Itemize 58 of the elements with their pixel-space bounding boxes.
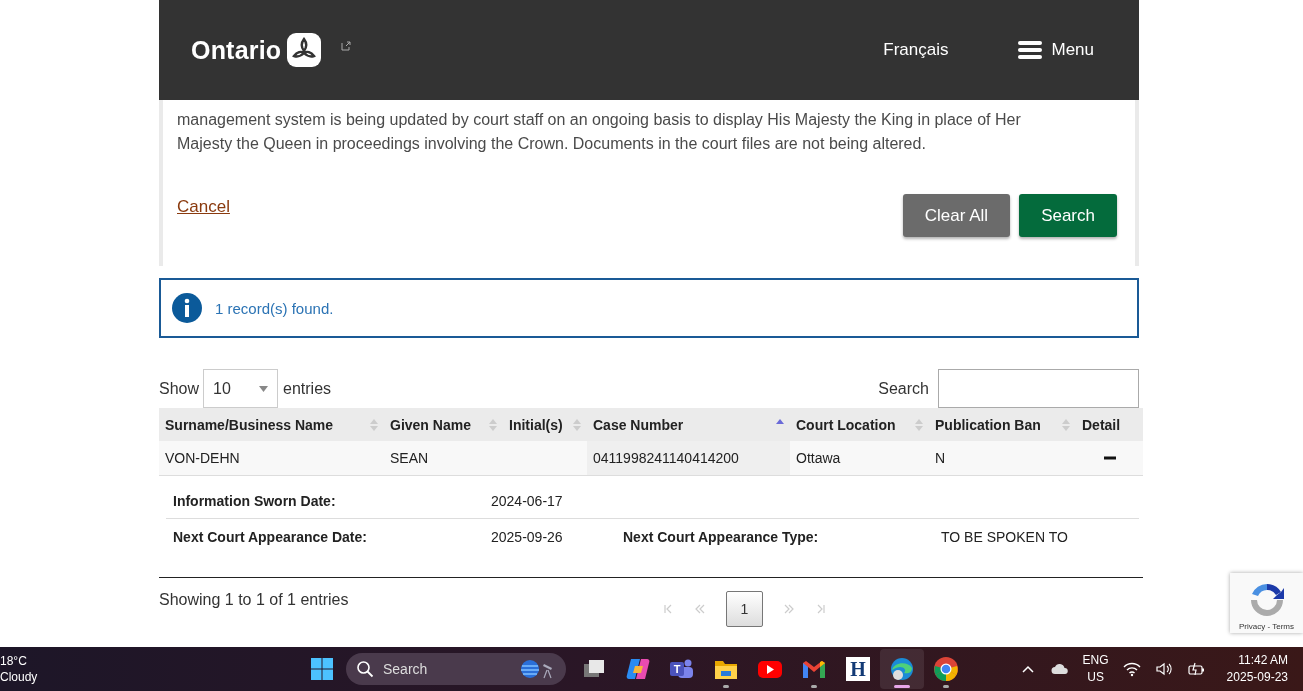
search-icon[interactable] (356, 660, 374, 678)
detail-value: 2024-06-17 (491, 492, 564, 509)
recaptcha-badge[interactable]: Privacy - Terms (1230, 573, 1303, 633)
menu-icon[interactable] (1018, 40, 1043, 60)
taskbar-search[interactable]: Search (346, 653, 566, 685)
cloud-icon[interactable] (1050, 661, 1069, 677)
table-cell: VON-DEHN (159, 441, 384, 476)
table-cell: Ottawa (790, 441, 929, 476)
table-cell: SEAN (384, 441, 503, 476)
language-indicator[interactable]: ENG US (1082, 652, 1109, 686)
battery-icon[interactable] (1186, 661, 1205, 677)
detail-value: TO BE SPOKEN TO (941, 528, 1069, 545)
detail-label: Information Sworn Date: (173, 492, 337, 509)
language-link[interactable]: Français (883, 40, 949, 60)
weather-text[interactable]: Cloudy (0, 669, 60, 685)
menu-button[interactable]: Menu (1018, 40, 1094, 60)
show-label: Show (159, 379, 200, 398)
column-header[interactable]: Court Location (790, 408, 929, 441)
clear-button[interactable]: Clear All (902, 194, 1011, 237)
taskbar-app[interactable] (880, 649, 924, 689)
column-header[interactable]: Initial(s) (503, 408, 587, 441)
detail-label: Next Court Appearance Date: (173, 528, 368, 545)
browser-icon[interactable] (889, 656, 915, 682)
privacy-terms-link[interactable]: Privacy - Terms (1239, 622, 1294, 631)
info-icon (172, 293, 202, 323)
taskbar-app[interactable]: H (836, 649, 880, 689)
column-header[interactable]: Detail (1076, 408, 1143, 441)
column-header[interactable]: Case Number (587, 408, 790, 441)
column-header[interactable]: Given Name (384, 408, 503, 441)
temperature-text[interactable]: 18°C (0, 653, 60, 669)
page-size-select[interactable]: 10 (203, 369, 279, 408)
search-button[interactable]: Search (1019, 194, 1117, 237)
chrome-icon[interactable] (933, 656, 959, 682)
notice-text: management system is being updated by court staff on an ongoing basis to display His Majesty the King in place of Her Majesty the Queen in proceedings involving the Crown. Documents in the court files are not being altered. (177, 110, 1022, 154)
cancel-link[interactable]: Cancel (177, 195, 230, 219)
taskbar-app[interactable]: T (660, 649, 704, 689)
detail-value: 2025-09-26 (491, 528, 564, 545)
ontario-logo[interactable]: Ontario (191, 35, 282, 65)
copilot-icon[interactable] (625, 656, 651, 682)
page-button[interactable]: 1 (726, 591, 763, 627)
start-icon[interactable] (310, 657, 334, 681)
column-header[interactable]: Surname/Business Name (159, 408, 384, 441)
entries-info: Showing 1 to 1 of 1 entries (159, 591, 350, 609)
table-cell: N (929, 441, 1076, 476)
column-header[interactable]: Publication Ban (929, 408, 1076, 441)
caret-icon[interactable] (259, 385, 269, 392)
app-icon[interactable]: H (846, 657, 870, 681)
search-field[interactable] (938, 369, 1139, 408)
detail-label: Next Court Appearance Type: (623, 528, 820, 545)
alert-text: 1 record(s) found. (215, 299, 334, 317)
external-link-icon (341, 41, 352, 51)
table-cell: 0411998241140414200 (587, 441, 790, 476)
wifi-icon[interactable] (1122, 661, 1141, 677)
entries-label: entries (283, 379, 332, 398)
clock[interactable]: 11:42 AM 2025-09-23 (1226, 652, 1288, 686)
search-label: Search (878, 379, 929, 398)
trillium-logo-icon[interactable] (287, 33, 322, 67)
volume-icon[interactable] (1154, 661, 1173, 677)
